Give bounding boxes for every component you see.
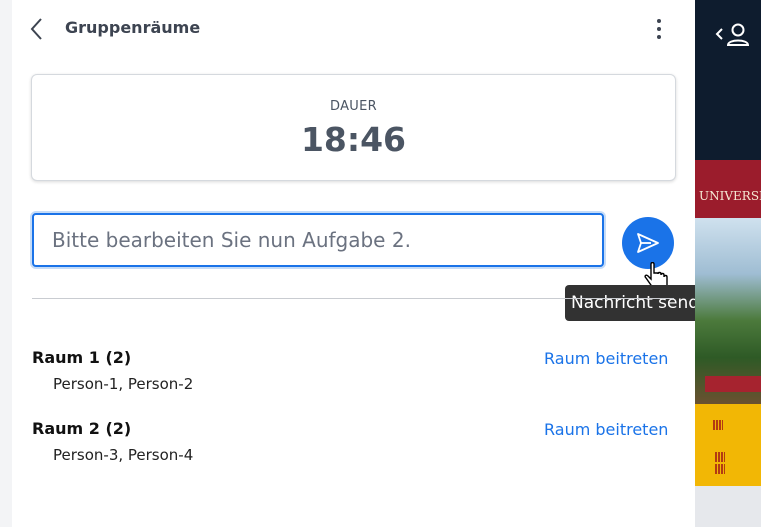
more-vertical-icon-dot — [657, 27, 661, 31]
background-presentation-strip: UNIVERSI — [695, 0, 761, 527]
university-banner-text: UNIVERSI — [699, 189, 761, 203]
back-button[interactable] — [24, 16, 50, 42]
duration-label: DAUER — [330, 99, 377, 114]
duration-card: DAUER 18:46 — [31, 74, 676, 181]
message-input[interactable] — [32, 213, 604, 267]
divider — [32, 298, 674, 299]
send-icon — [637, 233, 659, 253]
campus-photo-roof — [705, 376, 761, 392]
user-panel-toggle-icon — [715, 23, 750, 46]
chevron-left-icon — [30, 18, 42, 40]
more-options-button[interactable] — [648, 15, 670, 43]
join-room-2-link[interactable]: Raum beitreten — [544, 420, 668, 439]
left-gutter — [0, 0, 12, 527]
join-room-1-link[interactable]: Raum beitreten — [544, 349, 668, 368]
more-vertical-icon — [657, 19, 661, 23]
room-2-name: Raum 2 (2) — [32, 419, 132, 438]
page-title: Gruppenräume — [65, 18, 201, 37]
window-icon — [715, 464, 725, 474]
room-2-members: Person-3, Person-4 — [53, 446, 194, 464]
window-icon — [715, 452, 725, 462]
duration-value: 18:46 — [300, 120, 407, 159]
user-panel-toggle-button[interactable] — [713, 20, 753, 50]
more-vertical-icon-dot — [657, 35, 661, 39]
window-icon — [713, 420, 723, 430]
room-1-name: Raum 1 (2) — [32, 348, 132, 367]
campus-building-facade — [695, 404, 761, 486]
room-1-members: Person-1, Person-2 — [53, 375, 194, 393]
